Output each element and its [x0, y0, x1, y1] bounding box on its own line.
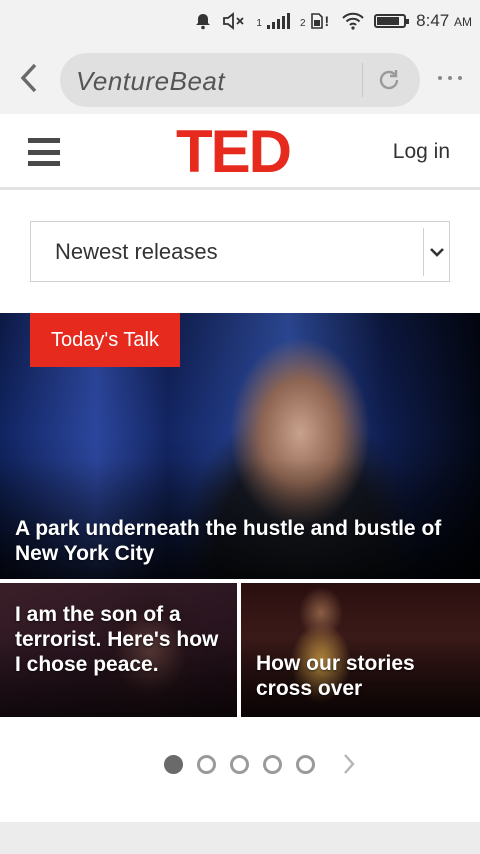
more-options-button[interactable]	[430, 62, 470, 94]
menu-button[interactable]	[28, 138, 60, 166]
chevron-down-icon	[423, 228, 449, 276]
login-link[interactable]: Log in	[393, 140, 450, 164]
talk-card[interactable]: I am the son of a terrorist. Here's how …	[0, 583, 237, 717]
more-icon	[438, 76, 442, 80]
next-section-strip	[0, 822, 480, 854]
back-arrow-icon	[20, 63, 37, 93]
chevron-right-icon	[344, 754, 355, 774]
back-button[interactable]	[14, 60, 44, 96]
status-bar: 1 2 ! 8:47 AM	[0, 0, 480, 42]
address-divider	[362, 63, 363, 97]
mute-icon	[222, 12, 246, 30]
wifi-icon	[342, 12, 364, 30]
page-dot-3[interactable]	[230, 754, 249, 774]
todays-talk-badge: Today's Talk	[30, 313, 180, 367]
address-text: VentureBeat	[76, 66, 226, 96]
carousel-pagination	[164, 752, 359, 776]
more-icon-dot	[448, 76, 452, 80]
ted-logo[interactable]: TED	[176, 122, 292, 182]
browser-toolbar: VentureBeat	[0, 42, 480, 114]
more-icon-dot	[458, 76, 462, 80]
next-page-button[interactable]	[339, 752, 359, 776]
filter-select[interactable]: Newest releases	[30, 221, 450, 282]
talk-card[interactable]: How our stories cross over	[241, 583, 480, 717]
alarm-bell-icon	[194, 12, 212, 30]
reload-button[interactable]	[374, 65, 404, 95]
address-bar[interactable]: VentureBeat	[60, 53, 420, 107]
signal-sim1-icon: 1	[256, 13, 290, 29]
filter-select-value: Newest releases	[55, 239, 218, 264]
featured-talk-card[interactable]: Today's Talk A park underneath the hustl…	[0, 313, 480, 579]
page-dot-2[interactable]	[197, 754, 216, 774]
hamburger-icon-bar	[28, 149, 60, 155]
featured-talk-title[interactable]: A park underneath the hustle and bustle …	[15, 516, 455, 566]
signal-sim2-icon: 2 !	[299, 13, 330, 29]
talk-card-title[interactable]: How our stories cross over	[256, 651, 471, 701]
battery-icon	[374, 14, 410, 28]
page-dot-1[interactable]	[164, 754, 183, 774]
hamburger-icon	[28, 138, 60, 143]
page-dot-4[interactable]	[263, 754, 282, 774]
site-header: TED Log in	[0, 114, 480, 190]
hamburger-icon-bar	[28, 161, 60, 166]
page-dot-5[interactable]	[296, 754, 315, 774]
reload-icon	[379, 70, 399, 90]
clock: 8:47 AM	[416, 11, 472, 30]
talk-card-title[interactable]: I am the son of a terrorist. Here's how …	[15, 602, 225, 677]
